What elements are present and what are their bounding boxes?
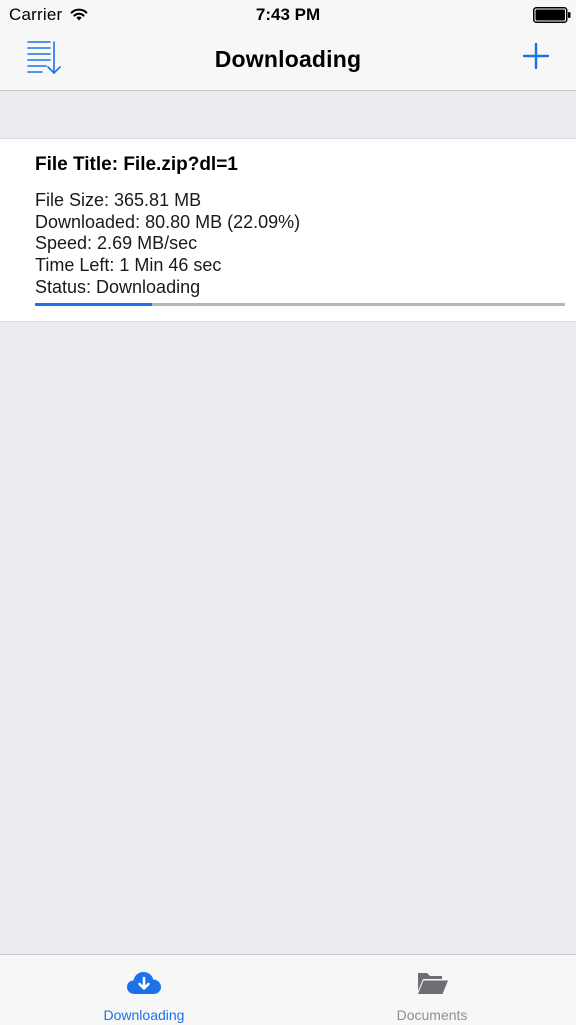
status-bar: Carrier 7:43 PM <box>0 0 576 30</box>
folder-icon <box>418 973 448 994</box>
plus-icon[interactable] <box>522 42 550 70</box>
navigation-bar: Downloading <box>0 30 576 90</box>
tab-downloading[interactable]: Downloading <box>0 955 288 1025</box>
file-title: File Title: File.zip?dl=1 <box>35 154 238 175</box>
top-bar: Carrier 7:43 PM Downloading <box>0 0 576 91</box>
tab-downloading-label: Downloading <box>103 1007 185 1023</box>
file-size: File Size: 365.81 MB <box>35 190 202 210</box>
download-progress-bar <box>35 303 565 306</box>
download-item[interactable]: File Title: File.zip?dl=1 File Size: 365… <box>0 138 576 322</box>
download-speed: Speed: 2.69 MB/sec <box>35 233 198 253</box>
status-time: 7:43 PM <box>255 5 321 24</box>
download-status: Status: Downloading <box>35 277 201 297</box>
cloud-download-icon <box>127 972 161 994</box>
tab-bar: Downloading Documents <box>0 954 576 1025</box>
page-title: Downloading <box>214 46 362 72</box>
tab-documents-label: Documents <box>396 1007 468 1023</box>
downloaded-amount: Downloaded: 80.80 MB (22.09%) <box>35 212 301 232</box>
tab-documents[interactable]: Documents <box>288 955 576 1025</box>
battery-icon <box>533 7 571 23</box>
download-progress-fill <box>35 303 153 306</box>
time-left: Time Left: 1 Min 46 sec <box>35 255 222 275</box>
